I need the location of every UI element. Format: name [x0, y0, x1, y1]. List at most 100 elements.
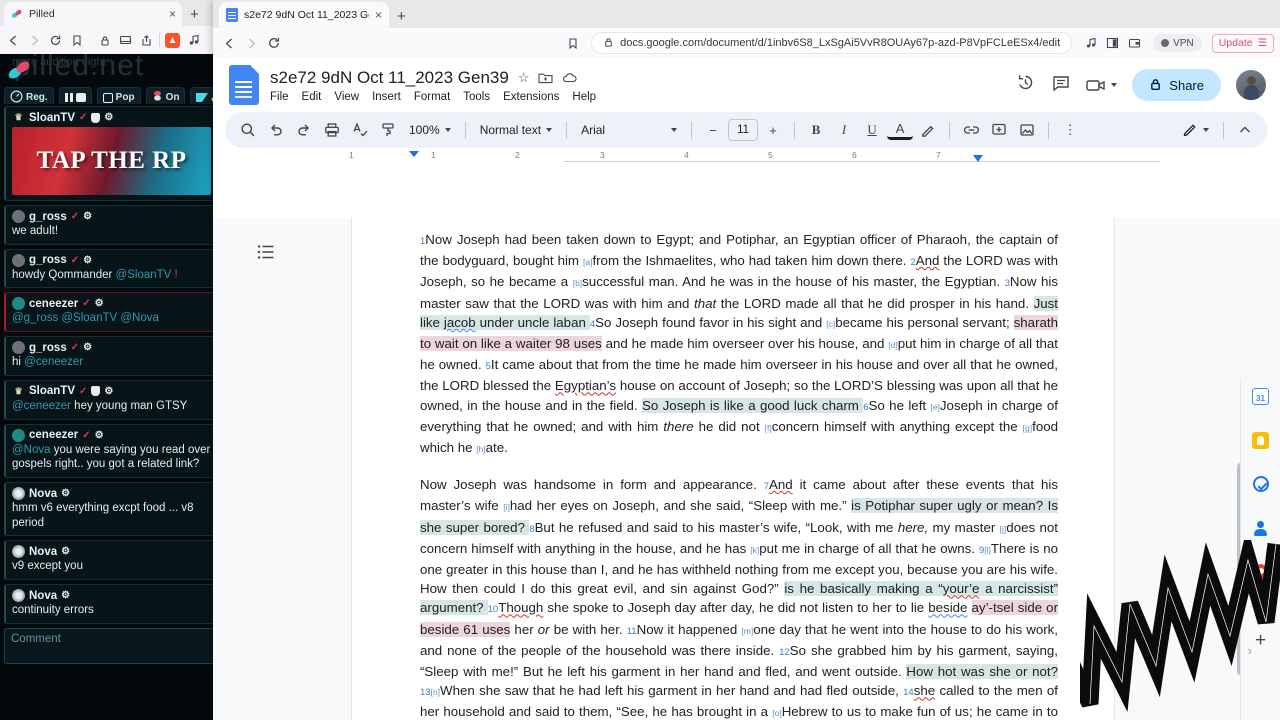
editing-mode-selector[interactable]: [1176, 117, 1215, 143]
back-window-tab[interactable]: Pilled ×: [4, 2, 182, 26]
chat-username[interactable]: ceneezer: [29, 298, 78, 310]
google-keep-icon[interactable]: [1251, 430, 1271, 450]
chat-username[interactable]: SloanTV: [29, 385, 75, 397]
close-icon[interactable]: ×: [169, 8, 176, 20]
gear-icon[interactable]: ⚙: [83, 255, 92, 266]
insert-image-icon[interactable]: [1014, 117, 1040, 143]
document-ruler[interactable]: 1 1 2 3 4 5 6 7: [213, 150, 1280, 166]
right-indent-marker[interactable]: [973, 155, 983, 162]
reload-icon[interactable]: [45, 30, 66, 51]
chat-username[interactable]: g_ross: [29, 254, 67, 266]
gear-icon[interactable]: ⚙: [95, 430, 104, 441]
wallet-icon[interactable]: [1124, 33, 1145, 54]
menu-help[interactable]: Help: [572, 91, 596, 103]
reg-button[interactable]: Reg.: [4, 87, 54, 104]
menu-edit[interactable]: Edit: [302, 91, 322, 103]
decrease-font-size-button[interactable]: −: [700, 117, 726, 143]
font-selector[interactable]: Arial: [575, 117, 683, 143]
move-to-folder-icon[interactable]: [538, 71, 554, 84]
increase-font-size-button[interactable]: +: [760, 117, 786, 143]
undo-icon[interactable]: [263, 117, 289, 143]
new-tab-button[interactable]: +: [397, 8, 406, 25]
insert-link-icon[interactable]: [958, 117, 984, 143]
lock-icon[interactable]: [94, 30, 115, 51]
chevron-down-icon[interactable]: [1111, 83, 1118, 87]
share-icon[interactable]: [136, 30, 157, 51]
zoom-selector[interactable]: 100%: [403, 117, 457, 143]
chat-mention[interactable]: @SloanTV: [116, 269, 172, 281]
google-contacts-icon[interactable]: [1251, 518, 1271, 538]
brave-shield-icon[interactable]: ▲: [162, 30, 183, 51]
document-paragraph-2[interactable]: Now Joseph was handsome in form and appe…: [420, 475, 1059, 720]
cloud-saved-icon[interactable]: [562, 72, 578, 84]
chat-username[interactable]: g_ross: [29, 342, 67, 354]
new-tab-button[interactable]: +: [190, 6, 199, 23]
chat-message-list[interactable]: ♛ SloanTV ✓ ⚙ TAP THE RP g_ross ✓ ⚙ we a…: [0, 106, 222, 720]
chat-message[interactable]: Nova ⚙ v9 except you: [4, 540, 218, 581]
document-page[interactable]: 1Now Joseph had been taken down to Egypt…: [351, 218, 1115, 720]
text-color-button[interactable]: A: [887, 120, 914, 140]
star-icon[interactable]: ☆: [518, 70, 530, 86]
font-size-input[interactable]: 11: [728, 119, 759, 141]
chat-mention[interactable]: @Nova: [12, 444, 51, 456]
chevron-right-icon[interactable]: ›: [1248, 643, 1252, 658]
on-toggle-button[interactable]: On: [145, 87, 186, 104]
chat-message[interactable]: g_ross ✓ ⚙ howdy Qommander @SloanTV !: [4, 248, 218, 289]
gear-icon[interactable]: ⚙: [61, 590, 70, 601]
back-icon[interactable]: [3, 30, 24, 51]
document-paragraph-1[interactable]: 1Now Joseph had been taken down to Egypt…: [420, 230, 1058, 459]
chat-message[interactable]: ♛ SloanTV ✓ ⚙ TAP THE RP: [4, 106, 218, 201]
chat-message[interactable]: g_ross ✓ ⚙ we adult!: [4, 205, 218, 245]
document-outline-icon[interactable]: [257, 244, 275, 265]
chat-comment-input[interactable]: Comment: [4, 627, 218, 664]
back-icon[interactable]: [219, 33, 240, 54]
left-indent-marker[interactable]: [409, 151, 419, 157]
chat-username[interactable]: Nova: [29, 546, 57, 558]
google-tasks-icon[interactable]: [1251, 474, 1271, 494]
menu-tools[interactable]: Tools: [463, 91, 490, 103]
italic-button[interactable]: I: [831, 117, 857, 143]
underline-button[interactable]: U: [859, 117, 885, 143]
chat-username[interactable]: g_ross: [29, 211, 67, 223]
paragraph-style-selector[interactable]: Normal text: [474, 117, 558, 143]
popout-button[interactable]: Pop: [96, 87, 141, 104]
bookmark-icon[interactable]: [66, 30, 87, 51]
chat-message[interactable]: g_ross ✓ ⚙ hi @ceneezer: [4, 336, 218, 376]
document-title[interactable]: s2e72 9dN Oct 11_2023 Gen39: [270, 68, 509, 88]
chat-message[interactable]: Nova ⚙ continuity errors: [4, 584, 218, 624]
chat-mention[interactable]: @ceneezer: [12, 400, 71, 412]
gear-icon[interactable]: ⚙: [83, 342, 92, 353]
more-options-icon[interactable]: ⋮: [1057, 117, 1083, 143]
print-icon[interactable]: [319, 117, 345, 143]
add-comment-icon[interactable]: [986, 117, 1012, 143]
comment-history-icon[interactable]: [1051, 73, 1071, 98]
reload-icon[interactable]: [263, 33, 284, 54]
meet-camera-icon[interactable]: [1086, 78, 1118, 93]
front-window-tab[interactable]: s2e72 9dN Oct 11_2023 Gen39 - G ×: [219, 2, 389, 28]
gear-icon[interactable]: ⚙: [83, 211, 92, 222]
collapse-toolbar-icon[interactable]: [1232, 117, 1258, 143]
bold-button[interactable]: B: [803, 117, 829, 143]
avatar[interactable]: [1236, 70, 1266, 100]
chat-username[interactable]: Nova: [29, 488, 57, 500]
address-bar[interactable]: docs.google.com/document/d/1inbv6S8_LxSg…: [591, 32, 1073, 54]
close-icon[interactable]: ×: [375, 9, 382, 21]
chat-username[interactable]: ceneezer: [29, 429, 78, 441]
chat-message[interactable]: ♛ SloanTV ✓ ⚙ @ceneezer hey young man GT…: [4, 379, 218, 420]
chat-mention[interactable]: @g_ross @SloanTV @Nova: [12, 312, 159, 324]
chat-username[interactable]: SloanTV: [29, 112, 75, 124]
chat-message[interactable]: Nova ⚙ hmm v6 everything excpt food ... …: [4, 482, 218, 537]
gear-icon[interactable]: ⚙: [95, 298, 104, 309]
version-history-icon[interactable]: [1015, 72, 1036, 98]
google-maps-icon[interactable]: [1251, 562, 1271, 582]
paint-format-icon[interactable]: [375, 117, 401, 143]
google-calendar-icon[interactable]: 31: [1251, 386, 1271, 406]
sidebar-icon[interactable]: [115, 30, 136, 51]
share-button[interactable]: Share: [1132, 69, 1221, 101]
chat-message[interactable]: ceneezer ✓ ⚙ @g_ross @SloanTV @Nova: [4, 292, 218, 333]
redo-icon[interactable]: [291, 117, 317, 143]
spellcheck-icon[interactable]: [347, 117, 373, 143]
split-view-icon[interactable]: [1102, 33, 1123, 54]
add-on-plus-icon[interactable]: +: [1251, 630, 1271, 651]
chat-message[interactable]: ceneezer ✓ ⚙ @Nova you were saying you r…: [4, 423, 218, 479]
